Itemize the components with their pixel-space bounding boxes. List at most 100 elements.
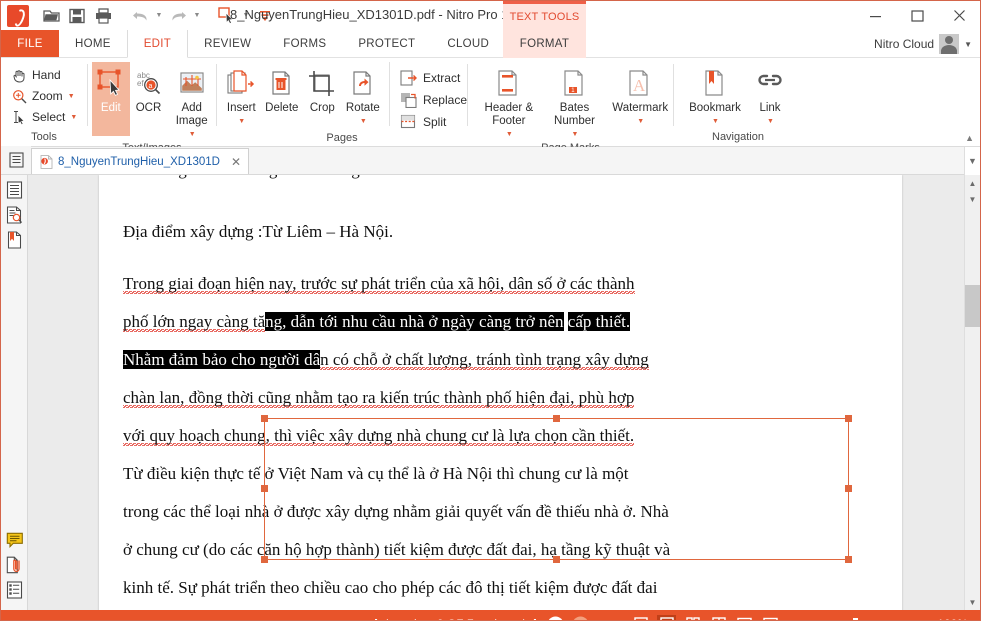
bookmarks-panel-icon[interactable] — [3, 229, 25, 251]
maximize-button[interactable] — [896, 1, 938, 30]
crop-page-button[interactable]: Crop — [302, 62, 343, 115]
doc-tab-overflow-caret-icon[interactable]: ▼ — [964, 147, 980, 175]
select-tool-label: Select — [32, 110, 66, 124]
scroll-down-arrow-icon[interactable]: ▼ — [965, 594, 980, 610]
minimize-button[interactable] — [854, 1, 896, 30]
facing-view-icon[interactable] — [683, 615, 702, 620]
tab-home[interactable]: HOME — [59, 30, 127, 57]
add-image-caret-icon[interactable]: ▼ — [189, 128, 196, 141]
zoom-slider-thumb[interactable] — [853, 617, 858, 620]
undo-dropdown-caret-icon[interactable]: ▼ — [154, 6, 164, 26]
delete-page-label: Delete — [265, 102, 299, 114]
sidebar-toggle-icon[interactable] — [1, 146, 31, 174]
delete-page-button[interactable]: Delete — [262, 62, 303, 115]
zoom-out-button[interactable]: – — [776, 617, 786, 621]
tab-cloud[interactable]: CLOUD — [431, 30, 505, 57]
extract-button[interactable]: Extract — [400, 68, 467, 87]
split-button[interactable]: Split — [400, 112, 467, 131]
save-icon[interactable] — [65, 5, 89, 27]
tab-file[interactable]: FILE — [1, 30, 59, 57]
watermark-button[interactable]: A Watermark ▼ — [607, 62, 673, 128]
tab-review[interactable]: REVIEW — [188, 30, 267, 57]
facing-continuous-view-icon[interactable] — [709, 615, 728, 620]
nitro-cloud-account[interactable]: Nitro Cloud ▼ — [874, 30, 972, 58]
ribbon-group-tools: Hand Zoom ▼ Select ▼ Tools — [1, 58, 87, 146]
rotate-caret-icon[interactable]: ▼ — [360, 115, 367, 128]
insert-page-icon — [226, 66, 256, 102]
scroll-page-up-arrow-icon[interactable]: ▼ — [965, 191, 980, 207]
rotate-left-icon[interactable] — [547, 616, 564, 620]
last-page-icon[interactable] — [521, 616, 538, 620]
rotate-right-icon[interactable] — [572, 616, 589, 620]
scrollbar-track[interactable] — [965, 207, 980, 594]
insert-page-button[interactable]: Insert ▼ — [221, 62, 262, 128]
close-button[interactable] — [938, 1, 980, 30]
zoom-caret-icon[interactable]: ▼ — [68, 93, 75, 100]
sel-line3-part1: Nhằm đảm bảo cho người dâ — [123, 350, 321, 369]
redo-icon[interactable] — [166, 5, 190, 27]
bookmark-button[interactable]: Bookmark ▼ — [684, 62, 746, 128]
nitro-pro-window: ▼ ▼ ▼ 8_NguyenTrungHieu_XD1301D.pdf - Ni… — [0, 0, 981, 621]
single-page-view-icon[interactable] — [631, 615, 650, 620]
pages-panel-icon[interactable] — [3, 179, 25, 201]
link-caret-icon[interactable]: ▼ — [767, 115, 774, 128]
open-icon[interactable] — [39, 5, 63, 27]
next-page-icon[interactable] — [492, 616, 509, 620]
tab-edit[interactable]: EDIT — [126, 30, 189, 58]
insert-caret-icon[interactable]: ▼ — [238, 115, 245, 128]
add-image-icon — [177, 66, 207, 102]
vertical-scrollbar[interactable]: ▲ ▼ ▼ — [964, 175, 980, 610]
account-caret-icon[interactable]: ▼ — [964, 40, 972, 49]
ocr-button[interactable]: abc ef a OCR — [130, 62, 168, 115]
hand-tool-button[interactable]: Hand — [7, 65, 81, 85]
watermark-caret-icon[interactable]: ▼ — [637, 115, 644, 128]
tab-protect[interactable]: PROTECT — [342, 30, 431, 57]
page-navigation-group: 2 OF 7 — [373, 616, 538, 620]
select-tool-button[interactable]: Select ▼ — [7, 107, 81, 127]
ribbon: Hand Zoom ▼ Select ▼ Tools Edit abc ef a… — [1, 58, 980, 154]
attachments-panel-icon[interactable] — [4, 554, 26, 576]
selected-paragraph-line-3: Nhằm đảm bảo cho người dân có chỗ ở chất… — [123, 341, 878, 379]
bates-number-button[interactable]: 1 Bates Number ▼ — [542, 62, 608, 141]
scroll-up-arrow-icon[interactable]: ▲ — [965, 175, 980, 191]
header-footer-caret-icon[interactable]: ▼ — [506, 128, 513, 141]
previous-page-icon[interactable] — [402, 616, 419, 620]
replace-button[interactable]: Replace — [400, 90, 467, 109]
fullscreen-view-icon[interactable] — [735, 615, 754, 620]
location-line: Địa điểm xây dựng :Từ Liêm – Hà Nội. — [123, 222, 394, 241]
continuous-view-icon[interactable] — [657, 615, 676, 620]
extract-label: Extract — [422, 70, 461, 85]
undo-icon[interactable] — [128, 5, 152, 27]
print-icon[interactable] — [91, 5, 115, 27]
ocr-search-panel-icon[interactable] — [3, 204, 25, 226]
bookmark-label: Bookmark — [689, 102, 741, 114]
edit-object-label: Edit — [100, 102, 121, 114]
link-button[interactable]: Link ▼ — [746, 62, 794, 128]
bookmark-caret-icon[interactable]: ▼ — [712, 115, 719, 128]
header-footer-button[interactable]: Header & Footer ▼ — [476, 62, 542, 141]
zoom-tool-button[interactable]: Zoom ▼ — [7, 86, 81, 106]
comments-panel-icon[interactable] — [4, 529, 26, 551]
document-viewport[interactable]: Tên công trình: Chung cư cao tầng Địa đi… — [28, 175, 964, 610]
bates-number-icon: 1 — [561, 66, 589, 102]
document-tab[interactable]: 8_NguyenTrungHieu_XD1301D ✕ — [31, 148, 250, 174]
tab-format[interactable]: FORMAT — [503, 30, 586, 58]
view-mode-group — [631, 615, 780, 620]
ribbon-collapse-caret-icon[interactable]: ▲ — [965, 133, 974, 143]
rotate-page-button[interactable]: Rotate ▼ — [343, 62, 384, 128]
scrollbar-thumb[interactable] — [965, 285, 980, 327]
layers-panel-icon[interactable] — [4, 579, 26, 601]
first-page-icon[interactable] — [373, 616, 390, 620]
sel-line4-part1: chàn lan, đồng thời cũng nhằm tạo ra kiế… — [123, 388, 635, 408]
sel-line2-part1: phố lớn ngay càng tă — [123, 312, 266, 332]
tab-forms[interactable]: FORMS — [267, 30, 342, 57]
redo-dropdown-caret-icon[interactable]: ▼ — [192, 6, 202, 26]
add-image-button[interactable]: Add Image ▼ — [167, 62, 216, 141]
bates-caret-icon[interactable]: ▼ — [572, 128, 579, 141]
document-tab-close-icon[interactable]: ✕ — [231, 155, 241, 169]
crop-page-label: Crop — [309, 102, 335, 114]
edit-object-button[interactable]: Edit — [92, 62, 130, 136]
contextual-tab-group-label: TEXT TOOLS — [503, 1, 586, 30]
select-caret-icon[interactable]: ▼ — [70, 114, 77, 121]
ocr-label: OCR — [135, 102, 162, 114]
